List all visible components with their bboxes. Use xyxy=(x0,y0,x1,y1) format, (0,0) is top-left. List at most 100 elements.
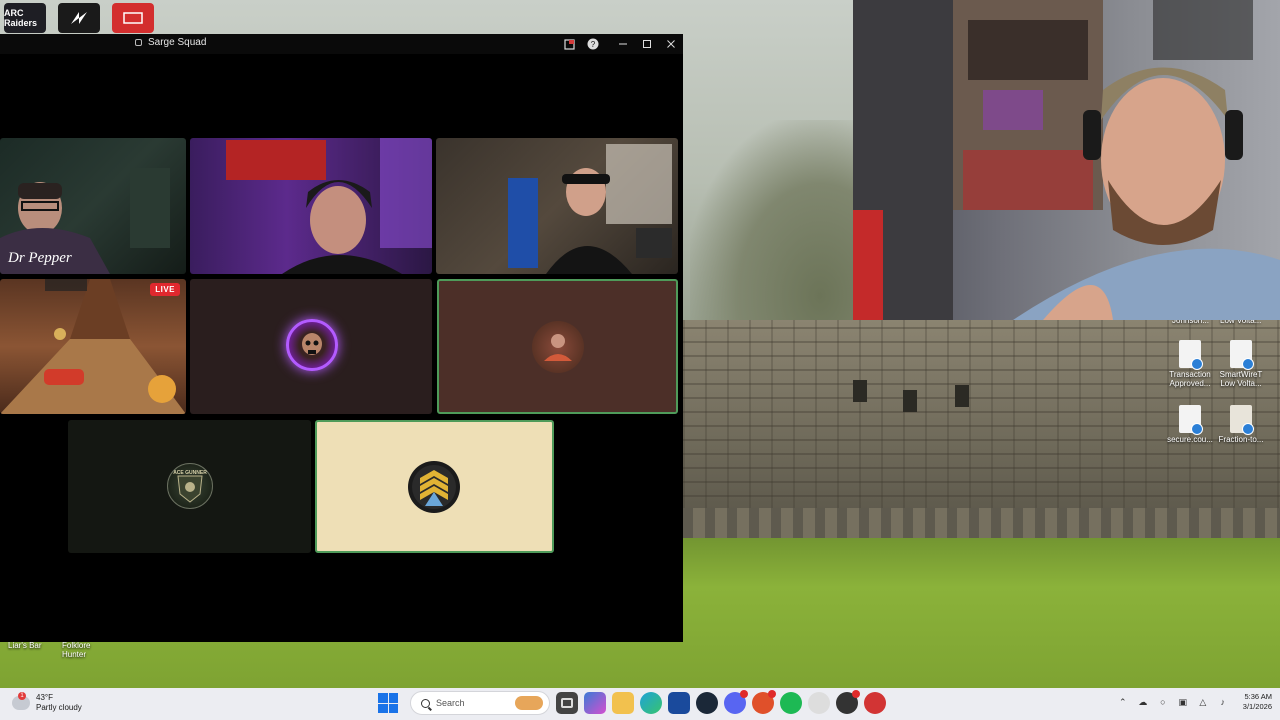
participant-tile-video[interactable]: Dr Pepper xyxy=(0,138,186,274)
clock-date: 3/1/2026 xyxy=(1242,702,1272,711)
obs-icon[interactable] xyxy=(864,692,886,714)
notification-badge xyxy=(852,690,860,698)
channel-icon xyxy=(135,39,142,46)
participant-tile-avatar[interactable] xyxy=(190,279,432,414)
wall-window xyxy=(853,380,867,402)
titlebar[interactable]: Sarge Squad ? xyxy=(0,34,683,54)
arc-raiders-label: ARC Raiders xyxy=(4,8,38,28)
wall-window xyxy=(955,385,969,407)
volume-icon[interactable]: ♪ xyxy=(1217,696,1229,708)
avatar-photo-icon xyxy=(544,334,572,361)
app-icon[interactable] xyxy=(752,690,776,714)
participant-tile-video[interactable] xyxy=(190,138,432,274)
desktop-icon-label: Fraction-to... xyxy=(1218,435,1264,444)
lightning-icon xyxy=(71,12,87,24)
weather-description: Partly cloudy xyxy=(36,703,82,712)
weather-badge: 1 xyxy=(18,692,26,700)
webcam-feed xyxy=(853,0,1280,320)
desktop-top-icons: ARC Raiders xyxy=(4,3,154,33)
app-shortcut-icon[interactable] xyxy=(58,3,100,33)
clock-time: 5:36 AM xyxy=(1244,692,1272,701)
svg-text:Dr Pepper: Dr Pepper xyxy=(7,250,72,266)
weather-text: 43°F Partly cloudy xyxy=(36,693,82,713)
desktop-icon-label: Transaction Approved... xyxy=(1169,370,1211,388)
desktop-icon-label[interactable]: Folklore Hunter xyxy=(62,641,94,659)
settings-icon[interactable] xyxy=(808,692,830,714)
minimize-button[interactable] xyxy=(611,34,635,54)
voice-chat-window[interactable]: Sarge Squad ? Dr Pepper LIVE ACE GUNNER xyxy=(0,34,683,642)
live-badge: LIVE xyxy=(150,283,180,296)
popout-icon[interactable] xyxy=(557,34,581,54)
weather-widget[interactable]: 1 43°F Partly cloudy xyxy=(12,692,82,713)
participant-video xyxy=(508,144,672,274)
arc-raiders-icon[interactable]: ARC Raiders xyxy=(4,3,46,33)
help-icon[interactable]: ? xyxy=(581,34,605,54)
wall-window xyxy=(903,390,917,412)
monitor-icon[interactable]: ▣ xyxy=(1177,696,1189,708)
file-explorer-icon[interactable] xyxy=(612,692,634,714)
avatar xyxy=(408,461,460,513)
skull-icon xyxy=(302,333,322,355)
search-highlight-icon xyxy=(515,696,543,710)
weather-temperature: 43°F xyxy=(36,693,53,702)
game-shortcut-icon[interactable] xyxy=(112,3,154,33)
document-icon xyxy=(1230,405,1254,435)
avatar xyxy=(286,319,338,371)
mic-icon[interactable]: ○ xyxy=(1157,696,1169,708)
desktop-icon-transaction[interactable]: Transaction Approved... xyxy=(1163,340,1217,388)
desktop-icon-secure[interactable]: secure.cou... xyxy=(1163,405,1217,444)
search-label: Search xyxy=(436,698,465,708)
edge-icon[interactable] xyxy=(640,692,662,714)
window-controls: ? xyxy=(557,34,683,54)
notification-badge xyxy=(768,690,776,698)
spotify-icon[interactable] xyxy=(780,692,802,714)
document-icon xyxy=(1179,340,1203,370)
participant-video xyxy=(226,138,432,274)
shield-icon: ACE GUNNER xyxy=(173,470,207,503)
svg-text:ACE GUNNER: ACE GUNNER xyxy=(173,470,207,476)
game-stream xyxy=(0,279,186,414)
copilot-icon[interactable] xyxy=(584,692,606,714)
document-icon xyxy=(1230,340,1254,370)
window-title: Sarge Squad xyxy=(135,37,206,48)
notification-badge xyxy=(740,690,748,698)
steam-icon[interactable] xyxy=(696,692,718,714)
webcam-video xyxy=(853,0,1280,320)
system-tray: ⌃ ☁ ○ ▣ △ ♪ 5:36 AM 3/1/2026 xyxy=(1117,692,1272,712)
cloud-sync-icon[interactable]: ☁ xyxy=(1137,696,1149,708)
clock[interactable]: 5:36 AM 3/1/2026 xyxy=(1243,692,1272,712)
participant-tile-stream[interactable]: LIVE xyxy=(0,279,186,414)
start-button[interactable] xyxy=(378,693,398,713)
discord-icon[interactable] xyxy=(724,690,748,714)
participant-tile-avatar[interactable] xyxy=(437,279,678,414)
desktop-icon-smartwire[interactable]: SmartWireT Low Volta... xyxy=(1214,340,1268,388)
desktop-icon-label: SmartWireT Low Volta... xyxy=(1219,370,1263,388)
lower-stone-wall xyxy=(683,508,1280,538)
taskbar: 1 43°F Partly cloudy Search ⌃ ☁ ○ ▣ △ ♪ xyxy=(0,688,1280,720)
desktop-icon-label: secure.cou... xyxy=(1167,435,1213,444)
logo-icon xyxy=(123,12,143,24)
sergeant-chevron-icon xyxy=(412,465,456,509)
avatar: ACE GUNNER xyxy=(167,463,213,509)
task-view-icon[interactable] xyxy=(556,692,578,714)
participant-tile-video[interactable] xyxy=(436,138,678,274)
window-title-text: Sarge Squad xyxy=(148,37,207,48)
participant-tile-avatar[interactable] xyxy=(315,420,554,553)
cloud-icon: 1 xyxy=(12,692,30,710)
app-icon[interactable] xyxy=(836,690,860,714)
participant-tile-avatar[interactable]: ACE GUNNER xyxy=(68,420,311,553)
chevron-up-icon[interactable]: ⌃ xyxy=(1117,696,1129,708)
svg-text:?: ? xyxy=(591,40,596,49)
avatar xyxy=(532,321,584,373)
close-button[interactable] xyxy=(659,34,683,54)
search-box[interactable]: Search xyxy=(410,691,550,715)
network-icon[interactable]: △ xyxy=(1197,696,1209,708)
document-icon xyxy=(1179,405,1203,435)
desktop-icon-fraction[interactable]: Fraction-to... xyxy=(1214,405,1268,444)
search-icon xyxy=(421,698,430,708)
desktop-icon-label[interactable]: Liar's Bar xyxy=(8,641,42,650)
taskbar-apps: Search xyxy=(378,690,886,715)
participant-video: Dr Pepper xyxy=(0,168,170,274)
maximize-button[interactable] xyxy=(635,34,659,54)
store-icon[interactable] xyxy=(668,692,690,714)
